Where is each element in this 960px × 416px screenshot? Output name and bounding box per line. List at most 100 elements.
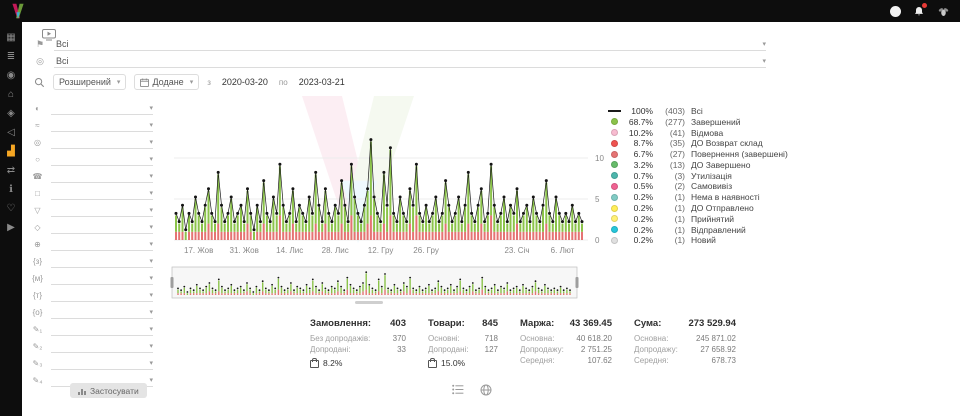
sidebar-item-clients[interactable]: ◉ — [7, 70, 16, 81]
sidebar-item-warehouse[interactable]: ⌂ — [8, 89, 14, 100]
sidebar-item-integrations[interactable]: ⇄ — [7, 165, 15, 176]
scrollbar-thumb[interactable] — [355, 301, 383, 304]
content: ⚑ Всі ▾ ◎ Всі ▾ Розширений ▾ — [22, 22, 960, 416]
type-filter-select[interactable]: Всі ▾ — [54, 55, 766, 68]
app-logo[interactable] — [10, 3, 26, 19]
sidebar-item-orders[interactable]: ≣ — [7, 51, 15, 62]
filter-field-z-select[interactable]: ▾ — [51, 255, 153, 268]
chevron-down-icon: ▾ — [149, 104, 153, 112]
filter-custom-2-select[interactable]: ▾ — [51, 340, 153, 353]
legend-item[interactable]: 0.2%(1)Новий — [608, 236, 788, 246]
notifications-bell[interactable] — [913, 5, 925, 18]
filter-custom-3-row: ✎₃▾ — [30, 357, 153, 370]
status-filter-select[interactable]: Всі ▾ — [54, 38, 766, 51]
legend-item[interactable]: 0.2%(1)ДО Отправлено — [608, 203, 788, 213]
chevron-down-icon: ▾ — [149, 240, 153, 248]
filter-funnel-row: ▽▾ — [30, 204, 153, 217]
filter-client-select[interactable]: ▾ — [51, 153, 153, 166]
chevron-down-icon: ▾ — [149, 325, 153, 333]
custom-field-icon: {т} — [30, 291, 45, 300]
date-from-input[interactable]: 2020-03-20 — [219, 76, 271, 88]
orders-time-series-chart[interactable]: 051017. Жов31. Жов14. Лис28. Лис12. Гру2… — [170, 98, 610, 268]
filter-payment-select[interactable]: ▾ — [51, 221, 153, 234]
legend-item[interactable]: 0.2%(1)Відправлений — [608, 225, 788, 235]
svg-text:10: 10 — [595, 154, 604, 163]
notification-badge — [922, 3, 927, 8]
sidebar-item-dashboard[interactable]: ▦ — [6, 32, 15, 43]
svg-text:23. Січ: 23. Січ — [504, 246, 529, 255]
chevron-down-icon: ▾ — [149, 342, 153, 350]
sidebar-item-marketing[interactable]: ◁ — [7, 127, 15, 138]
filter-field-t-select[interactable]: ▾ — [51, 289, 153, 302]
filter-field-o-select[interactable]: ▾ — [51, 306, 153, 319]
sidebar-item-products[interactable]: ◈ — [7, 108, 15, 119]
legend-item[interactable]: 3.2%(13)ДО Завершено — [608, 160, 788, 170]
filter-product-select[interactable]: ▾ — [51, 187, 153, 200]
svg-text:6. Лют: 6. Лют — [551, 246, 575, 255]
legend-item[interactable]: 8.7%(35)ДО Возврат склад — [608, 138, 788, 148]
sidebar-item-partners[interactable]: ♡ — [7, 203, 16, 214]
apply-button-label: Застосувати — [90, 386, 139, 396]
topbar-actions — [890, 5, 950, 18]
filter-geo-select[interactable]: ▾ — [51, 238, 153, 251]
filter-field-m-select[interactable]: ▾ — [51, 272, 153, 285]
svg-text:31. Жов: 31. Жов — [230, 246, 259, 255]
svg-text:0: 0 — [595, 236, 600, 245]
custom-field-icon: {з} — [30, 257, 45, 266]
filter-source-select[interactable]: ▾ — [51, 102, 153, 115]
assistant-icon[interactable] — [937, 5, 950, 18]
filter-custom-3-select[interactable]: ▾ — [51, 357, 153, 370]
filter-field-m-row: {м} ▾ — [30, 272, 153, 285]
custom-field-icon: {м} — [30, 274, 45, 283]
legend-dot-swatch — [611, 183, 618, 190]
chevron-down-icon: ▾ — [149, 121, 153, 129]
legend-item[interactable]: 0.2%(1)Нема в наявності — [608, 192, 788, 202]
filter-phone-select[interactable]: ▾ — [51, 170, 153, 183]
legend-item[interactable]: 68.7%(277)Завершений — [608, 117, 788, 127]
filter-status-select[interactable]: ▾ — [51, 119, 153, 132]
filter-product-row: □▾ — [30, 187, 153, 200]
chevron-down-icon: ▾ — [149, 138, 153, 146]
target-icon: ◎ — [34, 56, 46, 67]
analytics-app: ▦≣◉⌂◈◁▟⇄ℹ♡▶ ⚑ Всі ▾ ◎ Всі ▾ — [0, 0, 960, 416]
chevron-down-icon: ▾ — [149, 359, 153, 367]
filter-custom-1-select[interactable]: ▾ — [51, 323, 153, 336]
legend-item[interactable]: 10.2%(41)Відмова — [608, 128, 788, 138]
sidebar-item-video[interactable]: ▶ — [7, 222, 15, 233]
filter-field-o-row: {о} ▾ — [30, 306, 153, 319]
filter-mode-select[interactable]: Розширений ▾ — [53, 74, 126, 90]
status-filter-value: Всі — [54, 39, 69, 49]
profile-icon[interactable] — [890, 6, 901, 17]
sidebar-item-info[interactable]: ℹ — [9, 184, 13, 195]
table-view-icon[interactable] — [452, 384, 464, 396]
chevron-down-icon: ▾ — [149, 257, 153, 265]
filter-payment-row: ◇▾ — [30, 221, 153, 234]
legend-item[interactable]: 6.7%(27)Повернення (завершені) — [608, 149, 788, 159]
brush-handle-left[interactable] — [171, 277, 174, 288]
world-view-icon[interactable] — [480, 384, 492, 396]
chevron-down-icon: ▾ — [149, 376, 153, 384]
chevron-down-icon: ▾ — [149, 206, 153, 214]
date-filter-row: Розширений ▾ Додане ▾ з 2020-03-20 по 20… — [34, 74, 348, 90]
filter-funnel-select[interactable]: ▾ — [51, 204, 153, 217]
apply-button[interactable]: Застосувати — [70, 383, 147, 398]
sidebar-item-analytics[interactable]: ▟ — [7, 146, 15, 157]
legend-item[interactable]: 0.2%(1)Прийнятий — [608, 214, 788, 224]
search-icon[interactable] — [34, 77, 45, 88]
legend-item[interactable]: 0.7%(3)Утилізація — [608, 171, 788, 181]
chevron-down-icon: ▾ — [149, 155, 153, 163]
date-to-label: по — [279, 78, 288, 87]
date-field-select[interactable]: Додане ▾ — [134, 74, 199, 90]
legend-item[interactable]: 0.5%(2)Самовивіз — [608, 182, 788, 192]
chevron-down-icon: ▾ — [149, 291, 153, 299]
brush-handle-right[interactable] — [576, 277, 579, 288]
date-from-label: з — [207, 78, 211, 87]
chart-range-brush[interactable] — [170, 266, 610, 306]
filter-managers-select[interactable]: ▾ — [51, 136, 153, 149]
svg-text:26. Гру: 26. Гру — [413, 246, 439, 255]
chevron-down-icon: ▾ — [149, 274, 153, 282]
legend-dot-swatch — [611, 194, 618, 201]
date-to-input[interactable]: 2023-03-21 — [296, 76, 348, 88]
legend-item[interactable]: 100%(403)Всі — [608, 106, 788, 116]
custom-field-icon: {о} — [30, 308, 45, 317]
